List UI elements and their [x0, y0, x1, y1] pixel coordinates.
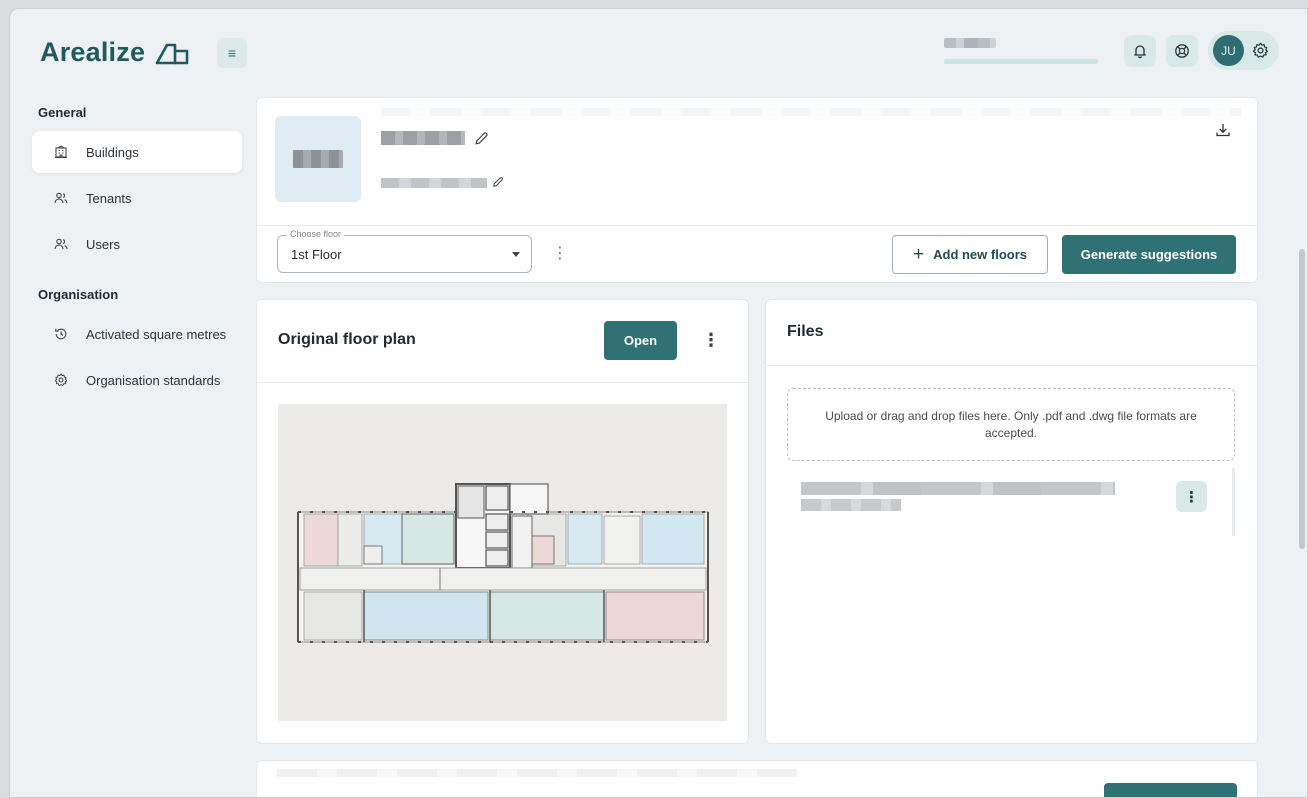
dropzone-text: Upload or drag and drop files here. Only…: [825, 408, 1197, 440]
sidebar-item-label: Organisation standards: [86, 372, 221, 388]
redacted-thumbnail-text: [293, 150, 343, 168]
notifications-button[interactable]: [1124, 34, 1156, 67]
redacted-account-name: [944, 37, 996, 48]
gear-icon: [1252, 42, 1269, 58]
divider: [766, 365, 1257, 366]
profile-menu[interactable]: JU: [1208, 31, 1279, 70]
sidebar-item-label: Users: [86, 236, 120, 252]
sidebar-heading-general: General: [38, 105, 87, 120]
files-card: Files Upload or drag and drop files here…: [765, 299, 1258, 744]
sidebar-item-tenants[interactable]: Tenants: [32, 177, 242, 219]
redacted-file-meta: [801, 499, 901, 511]
divider: [257, 382, 748, 383]
history-icon: [55, 328, 67, 340]
sidebar-item-buildings[interactable]: Buildings: [32, 131, 242, 173]
divider: [257, 225, 1257, 226]
caret-down-icon: [512, 252, 520, 257]
account-summary: [944, 37, 1098, 64]
building-card: Choose floor 1st Floor ⋮ + Add new floor…: [256, 97, 1258, 283]
edit-address-pencil-icon[interactable]: [492, 176, 504, 188]
sidebar-item-label: Activated square metres: [86, 326, 227, 342]
sidebar-item-label: Buildings: [86, 144, 139, 160]
building-icon: [55, 145, 67, 159]
sidebar: General Buildings Tenants Users Organisa…: [32, 105, 242, 405]
plus-icon: +: [913, 244, 925, 265]
redacted-banner: [381, 108, 1241, 116]
sidebar-heading-organisation: Organisation: [38, 287, 119, 302]
files-title: Files: [787, 323, 824, 340]
people-icon: [54, 192, 68, 204]
floor-plan-image[interactable]: [278, 404, 727, 721]
download-icon[interactable]: [1215, 122, 1231, 138]
redacted-section-header: [277, 769, 797, 777]
sidebar-item-users[interactable]: Users: [32, 223, 242, 265]
people-icon: [54, 238, 68, 250]
menu-toggle-button[interactable]: ≡: [217, 38, 247, 68]
lifebuoy-icon: [1175, 43, 1189, 58]
section-action-button[interactable]: [1104, 783, 1237, 797]
file-list-item[interactable]: ⋮: [787, 468, 1235, 536]
redacted-file-name: [801, 482, 1115, 495]
redacted-building-address: [381, 178, 487, 188]
floor-plan-drawing: [297, 483, 709, 643]
building-thumbnail: [275, 116, 361, 202]
open-floor-plan-button[interactable]: Open: [604, 321, 677, 360]
help-button[interactable]: [1166, 34, 1198, 67]
avatar: JU: [1213, 35, 1244, 66]
add-new-floors-label: Add new floors: [933, 247, 1027, 262]
file-options-kebab-icon[interactable]: ⋮: [1176, 481, 1207, 512]
floor-plan-options-kebab-icon[interactable]: ⋮: [702, 331, 720, 349]
logo[interactable]: Arealize: [40, 37, 189, 68]
floor-plan-title: Original floor plan: [278, 331, 416, 348]
file-dropzone[interactable]: Upload or drag and drop files here. Only…: [787, 388, 1235, 461]
hamburger-icon: ≡: [227, 45, 237, 61]
page-scrollbar[interactable]: [1299, 249, 1305, 549]
app-window: Arealize ≡ JU General Buildings Tenants …: [9, 8, 1308, 798]
floor-options-kebab-icon[interactable]: ⋮: [552, 246, 568, 262]
floor-select[interactable]: Choose floor 1st Floor: [277, 229, 532, 273]
floor-select-value: 1st Floor: [291, 247, 342, 262]
gear-icon: [54, 373, 68, 386]
floor-select-label: Choose floor: [287, 229, 345, 239]
generate-suggestions-button[interactable]: Generate suggestions: [1062, 235, 1236, 274]
header-actions: JU: [944, 31, 1279, 70]
bell-icon: [1134, 44, 1146, 58]
redacted-building-name: [381, 131, 465, 145]
redacted-progress: [944, 58, 1098, 64]
edit-name-pencil-icon[interactable]: [474, 131, 489, 146]
sidebar-item-organisation-standards[interactable]: Organisation standards: [32, 359, 242, 401]
logo-mark-icon: [155, 43, 189, 64]
next-section-card: [256, 760, 1258, 797]
add-new-floors-button[interactable]: + Add new floors: [892, 235, 1048, 274]
sidebar-item-activated-square-metres[interactable]: Activated square metres: [32, 313, 242, 355]
brand-name: Arealize: [40, 37, 146, 67]
sidebar-item-label: Tenants: [86, 190, 132, 206]
floor-plan-card: Original floor plan Open ⋮: [256, 299, 749, 744]
